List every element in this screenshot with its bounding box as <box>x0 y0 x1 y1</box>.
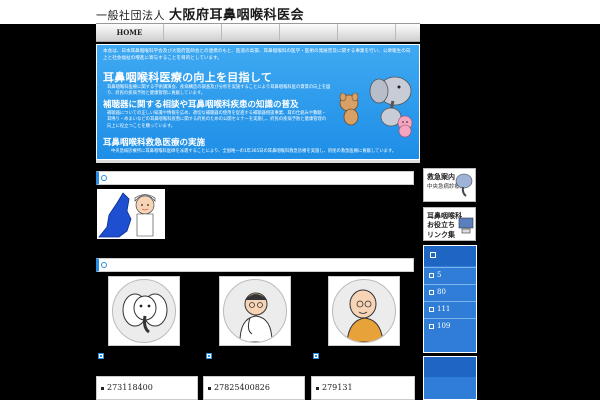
elder-icon <box>346 289 384 342</box>
elephant-image <box>112 279 176 343</box>
stat-value: 273118400 <box>107 383 153 392</box>
section-header-1 <box>96 171 414 185</box>
site-title[interactable]: 一般社団法人 大阪府耳鼻咽喉科医会 <box>96 4 304 23</box>
elephant-icon <box>122 293 168 334</box>
link-icon[interactable] <box>313 353 319 359</box>
main-nav: HOME <box>96 24 420 42</box>
section-header-2 <box>96 258 414 272</box>
nav-home[interactable]: HOME <box>96 24 164 42</box>
useful-links-button[interactable]: 耳鼻咽喉科 お役立ち リンク集 <box>423 207 476 241</box>
elephant-icon <box>455 173 473 197</box>
org-type: 一般社団法人 <box>96 9 165 22</box>
bullet-icon <box>316 386 319 390</box>
sidebar-item-label: 109 <box>437 322 451 330</box>
sidebar-item[interactable]: 111 <box>424 301 476 316</box>
section-icon <box>101 175 107 181</box>
sidebar-item[interactable]: 80 <box>424 284 476 299</box>
sidebar-panel-2 <box>423 356 477 400</box>
banner-heading-1: 耳鼻咽喉科医療の向上を目指して <box>103 71 273 84</box>
links-subtitle: お役立ち <box>427 221 455 229</box>
square-icon <box>429 272 434 278</box>
banner-text-3: 中央急病診療所に耳鼻咽喉科医師を派遣することにより、全国唯一の1年365日の耳鼻… <box>111 149 397 154</box>
card-elder[interactable] <box>328 276 400 346</box>
sidebar-item-label: 5 <box>437 271 442 279</box>
nav-item-3[interactable] <box>222 24 280 42</box>
stat-value: 27825400826 <box>214 383 270 392</box>
sidebar-item-label: 80 <box>437 288 446 296</box>
nav-item-2[interactable] <box>164 24 222 42</box>
computer-icon <box>458 217 474 234</box>
stat-box-1: 273118400 <box>96 376 198 400</box>
card-elephant[interactable] <box>108 276 180 346</box>
map-icon <box>98 192 156 238</box>
doctor-image <box>223 279 287 343</box>
card-doctor[interactable] <box>219 276 291 346</box>
square-icon <box>429 323 434 329</box>
square-icon <box>429 306 434 312</box>
square-icon <box>429 289 434 295</box>
link-icon[interactable] <box>206 353 212 359</box>
panel-header <box>424 357 476 377</box>
banner-text-2: 補聴器についての正しい知識や情報を広め、適切な補聴器の使用を促進する補聴器相談事… <box>107 111 327 129</box>
panel-header <box>424 246 476 266</box>
sidebar-counter-panel: 5 80 111 109 <box>423 245 477 353</box>
mascot-illustration <box>339 76 413 138</box>
bullet-icon <box>101 386 104 390</box>
nav-item-5[interactable] <box>338 24 396 42</box>
banner-heading-3: 耳鼻咽喉科救急医療の実施 <box>103 138 206 148</box>
sidebar-item-label: 111 <box>437 305 451 313</box>
link-icon[interactable] <box>98 353 104 359</box>
bullet-icon <box>208 386 211 390</box>
banner-intro: 本会は、日本耳鼻咽喉科学会及び大阪府医師会との連携のもと、医道の高揚、耳鼻咽喉科… <box>103 49 411 61</box>
stat-value: 279131 <box>322 383 353 392</box>
banner-text-1: 耳鼻咽喉科医療に関する学術講演会、疾病構造の調査及び分析を実施することにより耳鼻… <box>107 85 331 97</box>
panel-icon <box>430 252 436 258</box>
links-title-2: リンク集 <box>427 231 455 239</box>
stat-box-2: 27825400826 <box>203 376 305 400</box>
section-icon <box>101 262 107 268</box>
doctor-icon <box>239 292 273 342</box>
sidebar-item[interactable]: 109 <box>424 318 476 333</box>
stat-box-3: 279131 <box>311 376 415 400</box>
header: 一般社団法人 大阪府耳鼻咽喉科医会 <box>0 0 600 24</box>
banner-heading-2: 補聴器に関する相談や耳鼻咽喉科疾患の知識の普及 <box>103 100 299 110</box>
emergency-title: 救急案内 <box>427 173 455 181</box>
osaka-map-nurse-image[interactable] <box>97 189 165 239</box>
emergency-guide-button[interactable]: 救急案内 中央急病診療所 <box>423 168 476 202</box>
hero-banner: 本会は、日本耳鼻咽喉科学会及び大阪府医師会との連携のもと、医道の高揚、耳鼻咽喉科… <box>96 44 420 160</box>
sidebar-item[interactable]: 5 <box>424 267 476 282</box>
nav-item-4[interactable] <box>280 24 338 42</box>
elder-image <box>332 279 396 343</box>
banner-divider <box>96 160 420 163</box>
org-name: 大阪府耳鼻咽喉科医会 <box>169 8 305 23</box>
